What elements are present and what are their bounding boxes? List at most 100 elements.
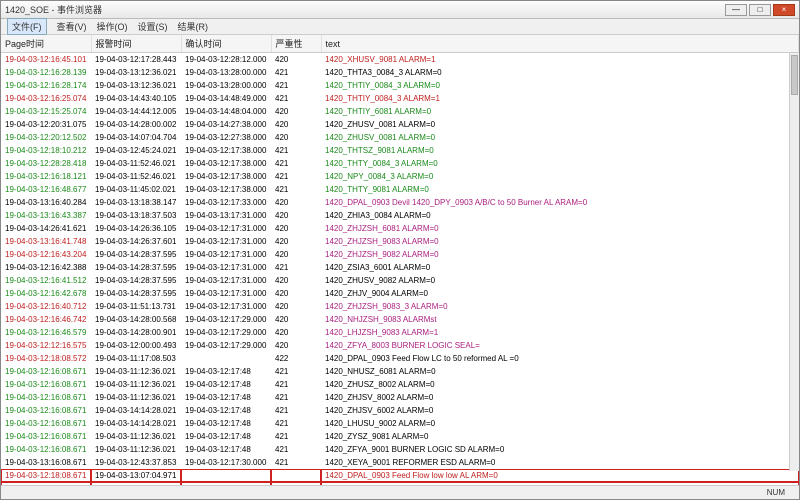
cell-page-time: 19-04-03-12:16:43.204	[1, 248, 91, 261]
cell-alarm-time: 19-04-03-11:52:46.021	[91, 157, 181, 170]
table-row[interactable]: 19-04-03-12:16:41.51219-04-03-14:28:37.5…	[1, 274, 799, 287]
menu-view[interactable]: 查看(V)	[57, 20, 87, 33]
table-row[interactable]: 19-04-03-12:20:12.50219-04-03-14:07:04.7…	[1, 131, 799, 144]
table-row[interactable]: 19-04-03-13:16:43.38719-04-03-13:18:37.5…	[1, 209, 799, 222]
cell-ack-time: 19-04-03-12:17:31.000	[181, 300, 271, 313]
cell-severity: 420	[271, 235, 321, 248]
table-row[interactable]: 19-04-03-12:16:46.57919-04-03-14:28:00.9…	[1, 326, 799, 339]
cell-text: 1420_ZHJSV_6002 ALARM=0	[321, 404, 799, 417]
table-row[interactable]: 19-04-03-12:16:08.67119-04-03-14:14:28.0…	[1, 417, 799, 430]
cell-alarm-time: 19-04-03-11:12:36.021	[91, 365, 181, 378]
table-row[interactable]: 19-04-03-13:16:41.74819-04-03-14:26:37.6…	[1, 235, 799, 248]
cell-page-time: 19-04-03-12:16:48.677	[1, 183, 91, 196]
col-text[interactable]: text	[321, 35, 799, 53]
cell-ack-time: 19-04-03-12:17:48	[181, 391, 271, 404]
menu-file[interactable]: 文件(F)	[7, 18, 47, 35]
cell-text: 1420_THTIY_0084_3 ALARM=1	[321, 92, 799, 105]
table-row[interactable]: 19-04-03-12:16:46.74219-04-03-14:28:00.5…	[1, 313, 799, 326]
cell-text: 1420_ZSIA3_6001 ALARM=0	[321, 261, 799, 274]
scrollbar-thumb[interactable]	[791, 55, 798, 95]
table-row[interactable]: 19-04-03-12:16:40.71219-04-03-11:51:13.7…	[1, 300, 799, 313]
cell-severity: 421	[271, 430, 321, 443]
table-row[interactable]: 19-04-03-12:18:08.57219-04-03-11:17:08.5…	[1, 352, 799, 365]
table-row[interactable]: 19-04-03-12:16:48.67719-04-03-11:45:02.0…	[1, 183, 799, 196]
table-row[interactable]: 19-04-03-12:20:31.07519-04-03-14:28:00.0…	[1, 118, 799, 131]
cell-page-time: 19-04-03-12:20:31.075	[1, 118, 91, 131]
table-row[interactable]: 19-04-03-12:16:08.67119-04-03-11:12:36.0…	[1, 365, 799, 378]
cell-page-time: 19-04-03-12:18:08.671	[1, 469, 91, 482]
cell-text: 1420_THTSZ_9081 ALARM=0	[321, 144, 799, 157]
col-page-time[interactable]: Page时间	[1, 35, 91, 53]
cell-severity: 421	[271, 378, 321, 391]
col-alarm-time[interactable]: 报警时间	[91, 35, 181, 53]
table-row[interactable]: 19-04-03-12:16:28.13919-04-03-13:12:36.0…	[1, 66, 799, 79]
table-row[interactable]: 19-04-03-12:16:08.67119-04-03-11:12:36.0…	[1, 391, 799, 404]
cell-alarm-time: 19-04-03-13:12:36.021	[91, 66, 181, 79]
col-ack-time[interactable]: 确认时间	[181, 35, 271, 53]
cell-page-time: 19-04-03-12:16:28.174	[1, 79, 91, 92]
cell-severity: 420	[271, 196, 321, 209]
table-row[interactable]: 19-04-03-12:18:10.21219-04-03-12:45:24.0…	[1, 144, 799, 157]
header-row: Page时间 报警时间 确认时间 严重性 text	[1, 35, 799, 53]
table-row[interactable]: 19-04-03-12:16:08.67119-04-03-14:14:28.0…	[1, 404, 799, 417]
cell-text: 1420_ZHUSV_0081 ALARM=0	[321, 118, 799, 131]
cell-ack-time: 19-04-03-12:17:31.000	[181, 235, 271, 248]
cell-alarm-time: 19-04-03-14:26:37.601	[91, 235, 181, 248]
event-grid-body: 19-04-03-12:16:45.10119-04-03-12:17:28.4…	[1, 53, 799, 486]
cell-alarm-time: 19-04-03-14:28:37.595	[91, 261, 181, 274]
table-row[interactable]: 19-04-03-12:16:42.38819-04-03-14:28:37.5…	[1, 261, 799, 274]
cell-alarm-time: 19-04-03-14:43:40.105	[91, 92, 181, 105]
cell-severity: 420	[271, 105, 321, 118]
table-row[interactable]: 19-04-03-12:12:16.57519-04-03-12:00:00.4…	[1, 339, 799, 352]
cell-alarm-time: 19-04-03-11:17:08.503	[91, 352, 181, 365]
table-row[interactable]: 19-04-03-12:16:08.67119-04-03-11:12:36.0…	[1, 430, 799, 443]
cell-alarm-time: 19-04-03-12:00:00.493	[91, 339, 181, 352]
event-grid-wrap: Page时间 报警时间 确认时间 严重性 text 19-04-03-12:16…	[1, 35, 799, 485]
cell-page-time: 19-04-03-12:16:08.671	[1, 417, 91, 430]
cell-text: 1420_LHJZSH_9083 ALARM=1	[321, 326, 799, 339]
table-row[interactable]: 19-04-03-12:16:18.12119-04-03-11:52:46.0…	[1, 170, 799, 183]
table-row[interactable]: 19-04-03-12:15:25.07419-04-03-14:44:12.0…	[1, 105, 799, 118]
close-button[interactable]: ×	[773, 4, 795, 16]
table-row[interactable]: 19-04-03-13:16:40.28419-04-03-13:18:38.1…	[1, 196, 799, 209]
cell-severity: 421	[271, 417, 321, 430]
table-row[interactable]: 19-04-03-12:16:28.17419-04-03-13:12:36.0…	[1, 79, 799, 92]
table-row[interactable]: 19-04-03-13:16:08.67119-04-03-12:43:37.8…	[1, 456, 799, 469]
table-row[interactable]: 19-04-03-12:16:42.67819-04-03-14:28:37.5…	[1, 287, 799, 300]
cell-alarm-time: 19-04-03-14:28:37.595	[91, 248, 181, 261]
maximize-button[interactable]: □	[749, 4, 771, 16]
cell-severity: 421	[271, 456, 321, 469]
table-row[interactable]: 19-04-03-12:18:08.67119-04-03-13:07:04.9…	[1, 469, 799, 482]
event-grid[interactable]: Page时间 报警时间 确认时间 严重性 text 19-04-03-12:16…	[1, 35, 799, 485]
table-row[interactable]: 19-04-03-14:26:41.62119-04-03-14:26:36.1…	[1, 222, 799, 235]
cell-text: 1420_ZHJSV_8002 ALARM=0	[321, 391, 799, 404]
cell-ack-time: 19-04-03-12:17:33.000	[181, 196, 271, 209]
table-row[interactable]: 19-04-03-12:16:43.20419-04-03-14:28:37.5…	[1, 248, 799, 261]
cell-text: 1420_THTA3_0084_3 ALARM=0	[321, 66, 799, 79]
table-row[interactable]: 19-04-03-12:16:08.67119-04-03-11:12:36.0…	[1, 443, 799, 456]
cell-alarm-time: 19-04-03-13:43:27.109	[91, 482, 181, 485]
table-row[interactable]: 19-04-03-13:21:03.07119-04-03-13:43:27.1…	[1, 482, 799, 485]
col-severity[interactable]: 严重性	[271, 35, 321, 53]
cell-page-time: 19-04-03-13:16:40.284	[1, 196, 91, 209]
table-row[interactable]: 19-04-03-12:16:25.07419-04-03-14:43:40.1…	[1, 92, 799, 105]
cell-severity	[271, 469, 321, 482]
table-row[interactable]: 19-04-03-12:28:28.41819-04-03-11:52:46.0…	[1, 157, 799, 170]
statusbar: NUM	[1, 485, 799, 499]
menu-result[interactable]: 结果(R)	[178, 20, 209, 33]
cell-text: 1420_ZHJZSH_9083_3 ALARM=0	[321, 300, 799, 313]
table-row[interactable]: 19-04-03-12:16:45.10119-04-03-12:17:28.4…	[1, 53, 799, 67]
menu-action[interactable]: 操作(O)	[97, 20, 128, 33]
cell-page-time: 19-04-03-12:16:28.139	[1, 66, 91, 79]
table-row[interactable]: 19-04-03-12:16:08.67119-04-03-11:12:36.0…	[1, 378, 799, 391]
menu-settings[interactable]: 设置(S)	[138, 20, 168, 33]
minimize-button[interactable]: —	[725, 4, 747, 16]
titlebar[interactable]: 1420_SOE - 事件浏览器 — □ ×	[1, 1, 799, 19]
cell-alarm-time: 19-04-03-13:07:04.971	[91, 469, 181, 482]
cell-ack-time: 19-04-03-12:17:48	[181, 417, 271, 430]
cell-alarm-time: 19-04-03-12:45:24.021	[91, 144, 181, 157]
cell-alarm-time: 19-04-03-12:43:37.853	[91, 456, 181, 469]
vertical-scrollbar[interactable]	[789, 53, 799, 471]
cell-text: 1420_DPAL_0903 Feed Flow LC to 50 reform…	[321, 352, 799, 365]
cell-text: 1420_ZFYA_9001 BURNER LOGIC SD ALARM=0	[321, 443, 799, 456]
